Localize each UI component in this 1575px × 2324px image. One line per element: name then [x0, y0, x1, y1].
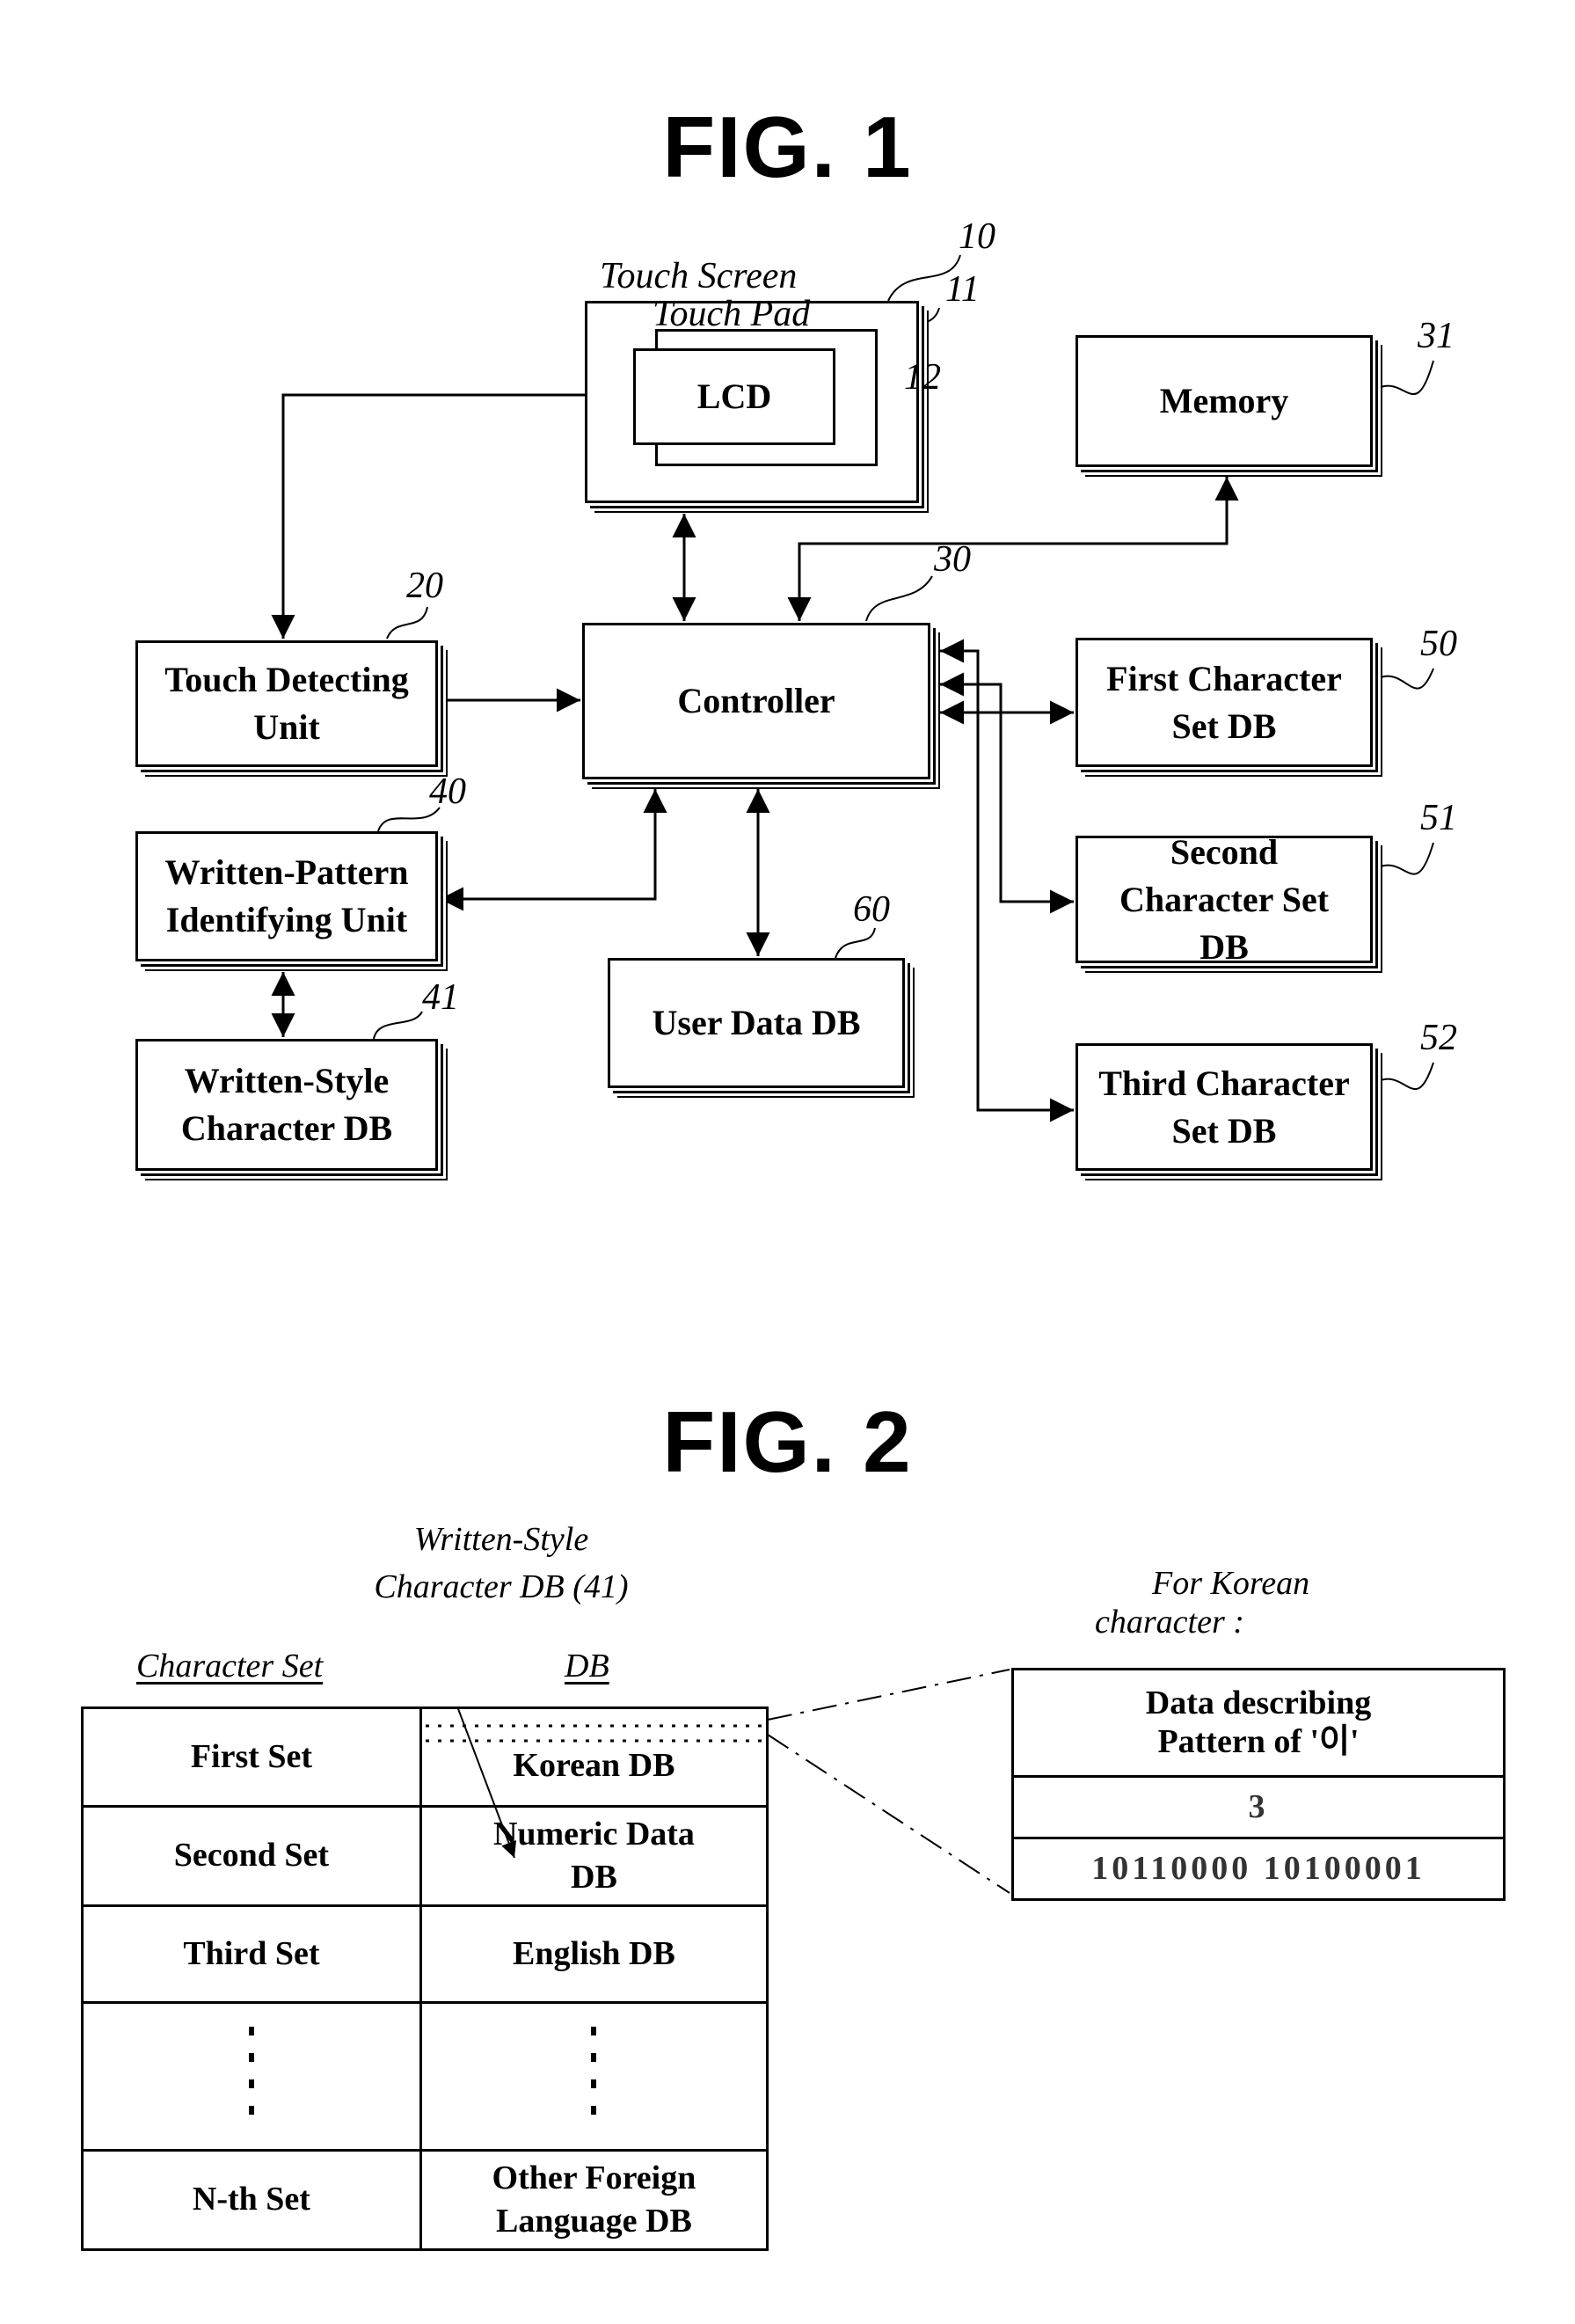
- header-character-set: Character Set: [136, 1648, 324, 1685]
- cell-db: Other Foreign Language DB: [419, 2149, 769, 2251]
- leader-31: [1380, 360, 1434, 395]
- leader-20: [386, 606, 428, 639]
- second-character-set-db-label: Second Character Set DB: [1119, 831, 1330, 967]
- vertical-ellipsis-icon: [591, 2026, 597, 2115]
- ref-41: 41: [422, 977, 459, 1018]
- first-character-set-db-label: First Character Set DB: [1106, 658, 1342, 746]
- written-style-character-db-label: Written-Style Character DB: [180, 1061, 393, 1148]
- cell-db: English DB: [419, 1904, 769, 2004]
- cell-db: Korean DB: [419, 1706, 769, 1808]
- ref-40: 40: [429, 771, 466, 812]
- wire-controller-thirdchar: [940, 639, 1074, 1122]
- touch-pad-label: Touch Pad: [653, 294, 811, 334]
- zoom-line-bottom: [767, 1734, 1010, 1894]
- user-data-db-block: User Data DB: [608, 958, 905, 1088]
- written-style-character-db-block: Written-Style Character DB: [135, 1039, 438, 1171]
- lcd-block: LCD: [633, 348, 835, 445]
- leader-52: [1380, 1062, 1434, 1091]
- ref-12: 12: [904, 357, 941, 398]
- touch-detecting-unit-block: Touch Detecting Unit: [135, 640, 438, 767]
- cell-set: Third Set: [81, 1904, 422, 2004]
- memory-label: Memory: [1159, 381, 1289, 420]
- leader-30: [865, 575, 933, 622]
- written-pattern-identifying-unit-block: Written-Pattern Identifying Unit: [135, 831, 438, 961]
- ref-50: 50: [1420, 624, 1457, 664]
- detail-header-line1: Data describing: [1145, 1684, 1372, 1721]
- detail-header: Data describing Pattern of '이': [1011, 1668, 1506, 1778]
- memory-block: Memory: [1076, 335, 1373, 467]
- vertical-ellipsis-icon: [248, 2026, 254, 2115]
- detail-caption-line1: For Korean: [1152, 1565, 1310, 1602]
- ref-20: 20: [406, 566, 443, 606]
- stroke-count-value: 3: [1011, 1775, 1506, 1839]
- table-row: [81, 2001, 769, 2152]
- cell-set: N-th Set: [81, 2149, 422, 2251]
- table-row: N-th Set Other Foreign Language DB: [81, 2149, 769, 2251]
- callout-line2: Character DB (41): [374, 1568, 629, 1605]
- cell-db: Numeric Data DB: [419, 1805, 769, 1907]
- leader-51: [1380, 842, 1434, 875]
- cell-set-ellipsis: [81, 2001, 422, 2152]
- wire-controller-writtenpattern: [440, 789, 667, 911]
- korean-pattern-detail-table: Data describing Pattern of '이' 3 1011000…: [1011, 1668, 1506, 1901]
- leader-41: [373, 1011, 423, 1040]
- controller-label: Controller: [677, 681, 835, 720]
- leader-50: [1380, 668, 1434, 690]
- wire-controller-secondchar: [940, 672, 1074, 914]
- table-row: 10110000 10100001: [1011, 1837, 1506, 1901]
- character-code-value: 10110000 10100001: [1011, 1837, 1506, 1901]
- table-row: 3: [1011, 1775, 1506, 1839]
- fig2-title: FIG. 2: [662, 1393, 913, 1490]
- table-row: First Set Korean DB: [81, 1706, 769, 1808]
- ref-11: 11: [945, 269, 980, 310]
- cell-set: Second Set: [81, 1805, 422, 1907]
- user-data-db-label: User Data DB: [652, 1003, 861, 1042]
- table-row: Third Set English DB: [81, 1904, 769, 2004]
- detail-caption-line2: character :: [1095, 1604, 1244, 1641]
- ref-52: 52: [1420, 1018, 1457, 1058]
- third-character-set-db-label: Third Character Set DB: [1098, 1063, 1350, 1151]
- detail-header-line2: Pattern of '이': [1157, 1722, 1360, 1760]
- written-pattern-identifying-unit-label: Written-Pattern Identifying Unit: [164, 852, 409, 939]
- cell-set: First Set: [81, 1706, 422, 1808]
- header-db: DB: [565, 1648, 609, 1685]
- lcd-label: LCD: [696, 376, 772, 416]
- second-character-set-db-block: Second Character Set DB: [1076, 832, 1373, 967]
- third-character-set-db-block: Third Character Set DB: [1076, 1043, 1373, 1171]
- table-row: Second Set Numeric Data DB: [81, 1805, 769, 1907]
- ref-60: 60: [853, 889, 890, 930]
- touch-screen-label: Touch Screen: [600, 256, 798, 296]
- character-set-table: First Set Korean DB Second Set Numeric D…: [81, 1706, 769, 2251]
- callout-line1: Written-Style: [413, 1521, 589, 1558]
- ref-31: 31: [1418, 316, 1455, 356]
- controller-block: Controller: [582, 623, 930, 779]
- touch-detecting-unit-label: Touch Detecting Unit: [164, 660, 409, 747]
- ref-51: 51: [1420, 798, 1457, 838]
- table-row: Data describing Pattern of '이': [1011, 1668, 1506, 1778]
- leader-60: [835, 927, 876, 959]
- ref-30: 30: [934, 539, 971, 580]
- ref-10: 10: [959, 216, 995, 257]
- zoom-line-top: [767, 1669, 1010, 1721]
- cell-db-ellipsis: [419, 2001, 769, 2152]
- first-character-set-db-block: First Character Set DB: [1076, 638, 1373, 767]
